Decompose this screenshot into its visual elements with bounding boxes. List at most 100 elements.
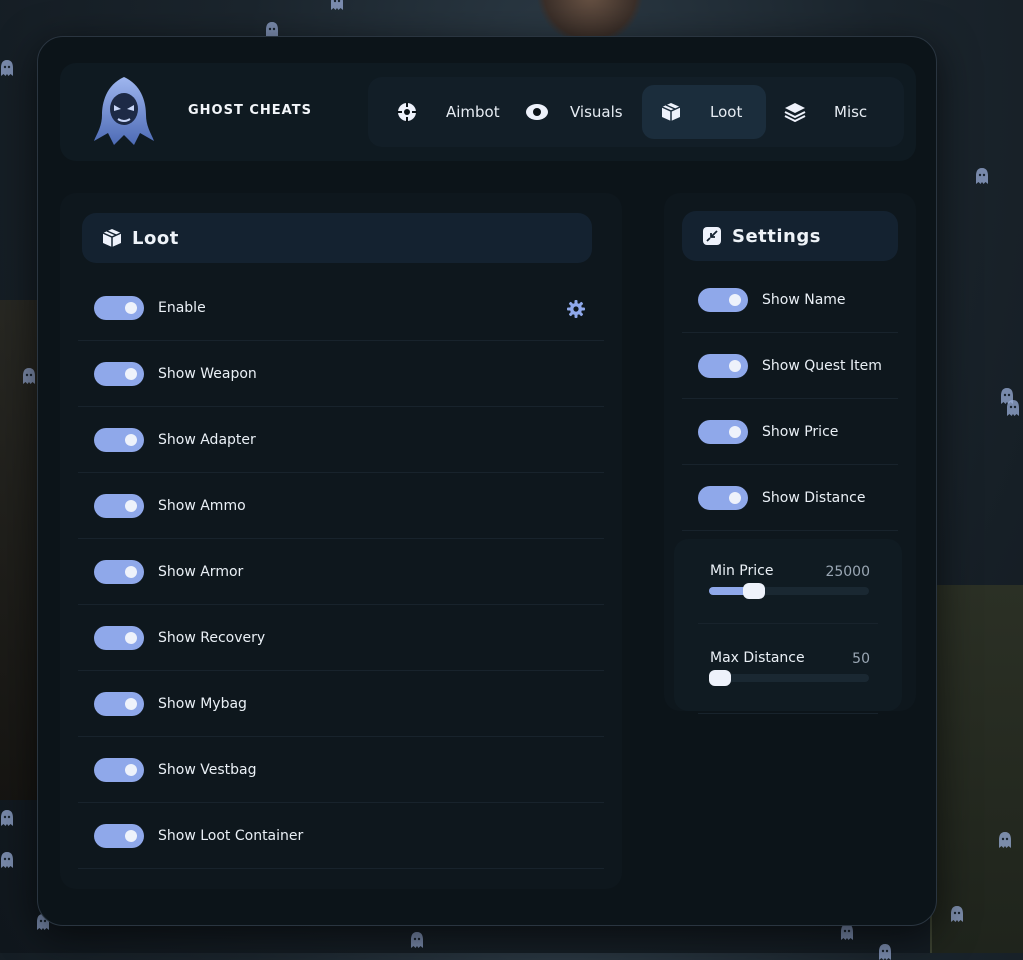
toggle-knob: [729, 425, 741, 438]
toggle-switch[interactable]: [94, 625, 144, 650]
loot-option-label: Show Mybag: [158, 695, 247, 712]
eye-icon: [524, 99, 550, 125]
header-bar: GHOST CHEATS Aimbot Visuals Loot Misc: [60, 63, 916, 161]
toggle-knob: [125, 697, 137, 710]
ghost-icon: [0, 852, 14, 868]
collapse-icon: [703, 227, 721, 245]
loot-option-row[interactable]: Show Weapon: [78, 341, 604, 407]
settings-option-row[interactable]: Show Quest Item: [682, 333, 898, 399]
loot-option-row[interactable]: Show Ammo: [78, 473, 604, 539]
settings-panel-header: Settings: [682, 211, 898, 261]
min-price-slider-thumb[interactable]: [743, 583, 765, 599]
loot-panel-header: Loot: [82, 213, 592, 263]
toggle-knob: [125, 499, 137, 512]
loot-option-row[interactable]: Show Vestbag: [78, 737, 604, 803]
toggle-knob: [125, 763, 137, 776]
settings-option-label: Show Quest Item: [762, 357, 882, 374]
ghost-icon: [330, 0, 344, 10]
gear-icon[interactable]: [566, 299, 586, 319]
settings-sliders: Min Price 25000 Max Distance 50: [674, 539, 902, 714]
loot-option-row[interactable]: Enable: [78, 275, 604, 341]
ghost-icon: [0, 810, 14, 826]
settings-option-row[interactable]: Show Price: [682, 399, 898, 465]
toggle-knob: [729, 359, 741, 372]
loot-option-label: Show Weapon: [158, 365, 257, 382]
toggle-switch[interactable]: [698, 287, 748, 312]
max-distance-value: 50: [852, 651, 870, 667]
divider: [698, 623, 878, 624]
toggle-switch[interactable]: [94, 559, 144, 584]
loot-option-label: Enable: [158, 299, 206, 316]
toggle-knob: [125, 433, 137, 446]
background-crate: [930, 585, 1023, 953]
toggle-switch[interactable]: [94, 427, 144, 452]
loot-option-row[interactable]: Show Adapter: [78, 407, 604, 473]
settings-option-label: Show Name: [762, 291, 846, 308]
toggle-switch[interactable]: [94, 757, 144, 782]
max-distance-label: Max Distance: [710, 650, 805, 666]
ghost-logo-icon: [92, 75, 156, 149]
toggle-switch[interactable]: [94, 691, 144, 716]
toggle-knob: [125, 367, 137, 380]
loot-option-label: Show Armor: [158, 563, 244, 580]
min-price-value: 25000: [825, 564, 870, 580]
loot-panel: Loot Enable Show Weapon Show Adapter Show A…: [60, 193, 622, 889]
divider: [698, 713, 878, 714]
brand-title: GHOST CHEATS: [188, 103, 312, 118]
ghost-icon: [0, 60, 14, 76]
ghost-icon: [878, 944, 892, 960]
loot-option-label: Show Recovery: [158, 629, 266, 646]
tab-bar: Aimbot Visuals Loot Misc: [368, 77, 904, 147]
toggle-knob: [729, 293, 741, 306]
loot-option-row[interactable]: Show Loot Container: [78, 803, 604, 869]
tab-misc-label: Misc: [834, 103, 868, 121]
toggle-knob: [125, 301, 137, 314]
tab-visuals[interactable]: Visuals: [514, 85, 640, 139]
min-price-slider[interactable]: [709, 583, 869, 599]
tab-aimbot[interactable]: Aimbot: [380, 85, 512, 139]
toggle-switch[interactable]: [698, 353, 748, 378]
toggle-switch[interactable]: [94, 361, 144, 386]
loot-panel-title: Loot: [132, 227, 179, 249]
loot-option-row[interactable]: Show Armor: [78, 539, 604, 605]
tab-loot-label: Loot: [710, 103, 743, 121]
loot-option-label: Show Ammo: [158, 497, 246, 514]
toggle-switch[interactable]: [698, 419, 748, 444]
settings-panel-title: Settings: [732, 225, 821, 247]
min-price-label: Min Price: [710, 563, 774, 579]
tab-loot[interactable]: Loot: [642, 85, 766, 139]
settings-option-row[interactable]: Show Name: [682, 267, 898, 333]
toggle-knob: [125, 565, 137, 578]
loot-option-label: Show Loot Container: [158, 827, 304, 844]
toggle-knob: [125, 631, 137, 644]
ghost-icon: [840, 924, 854, 940]
box-icon: [658, 99, 684, 125]
layers-icon: [782, 99, 808, 125]
toggle-switch[interactable]: [94, 295, 144, 320]
toggle-switch[interactable]: [94, 823, 144, 848]
ghost-icon: [1006, 400, 1020, 416]
cheat-menu-window: GHOST CHEATS Aimbot Visuals Loot Misc Lo…: [37, 36, 937, 926]
tab-aimbot-label: Aimbot: [446, 103, 500, 121]
tab-misc[interactable]: Misc: [770, 85, 894, 139]
crosshair-icon: [394, 99, 420, 125]
ghost-icon: [950, 906, 964, 922]
ghost-icon: [975, 168, 989, 184]
loot-option-row[interactable]: Show Recovery: [78, 605, 604, 671]
ghost-icon: [998, 832, 1012, 848]
toggle-knob: [125, 829, 137, 842]
toggle-switch[interactable]: [698, 485, 748, 510]
toggle-knob: [729, 491, 741, 504]
background-character: [530, 0, 650, 40]
ghost-icon: [22, 368, 36, 384]
tab-visuals-label: Visuals: [570, 103, 623, 121]
max-distance-slider[interactable]: [709, 670, 869, 686]
settings-option-label: Show Price: [762, 423, 839, 440]
settings-option-row[interactable]: Show Distance: [682, 465, 898, 531]
max-distance-slider-thumb[interactable]: [709, 670, 731, 686]
loot-option-row[interactable]: Show Mybag: [78, 671, 604, 737]
box-icon: [102, 229, 122, 247]
loot-option-label: Show Adapter: [158, 431, 256, 448]
ghost-icon: [410, 932, 424, 948]
toggle-switch[interactable]: [94, 493, 144, 518]
